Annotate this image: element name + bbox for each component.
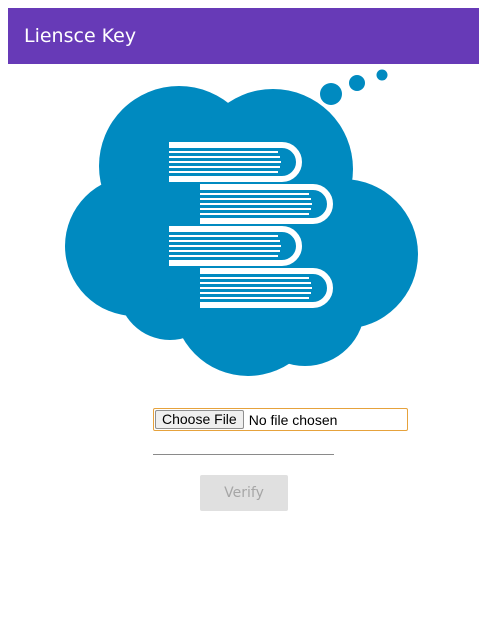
license-key-page: Liensce Key Choose File No file chosen V… (0, 0, 487, 632)
file-upload-field[interactable]: Choose File No file chosen (153, 408, 408, 431)
file-status-text: No file chosen (248, 411, 338, 428)
page-title: Liensce Key (24, 25, 137, 47)
license-key-input[interactable] (153, 436, 334, 455)
app-header: Liensce Key (8, 8, 479, 64)
choose-file-button[interactable]: Choose File (155, 410, 244, 429)
verify-button[interactable]: Verify (200, 475, 288, 511)
books-cloud-icon (65, 69, 418, 376)
